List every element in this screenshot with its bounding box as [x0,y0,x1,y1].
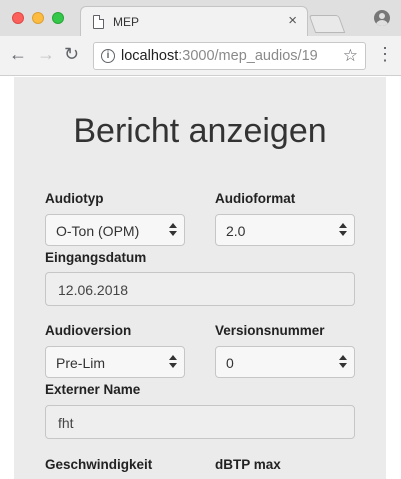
eingangsdatum-value: 12.06.2018 [58,282,129,298]
browser-tab[interactable]: MEP × [80,6,308,36]
select-arrows-icon [169,223,177,237]
url-text[interactable]: localhost:3000/mep_audios/19 [121,48,318,64]
audiotyp-label: Audiotyp [45,191,104,206]
page-icon [93,15,104,29]
externer-name-field[interactable]: fht [45,405,355,439]
forward-arrow-icon[interactable]: → [37,44,55,64]
audioversion-select[interactable]: Pre-Lim [45,346,185,378]
audioformat-label: Audioformat [215,191,296,206]
address-bar[interactable]: i localhost:3000/mep_audios/19 ☆ [93,42,366,70]
page-viewport: Bericht anzeigen Audiotyp O-Ton (OPM) Au… [0,77,401,479]
browser-toolbar: ← → ↻ i localhost:3000/mep_audios/19 ☆ ⋮ [0,36,401,76]
tab-close-icon[interactable]: × [288,12,297,30]
audioversion-label: Audioversion [45,323,132,338]
page-title: Bericht anzeigen [73,112,327,150]
audioformat-value: 2.0 [226,223,246,239]
url-path: :3000/mep_audios/19 [178,48,318,64]
eingangsdatum-label: Eingangsdatum [45,250,147,265]
externer-name-value: fht [58,415,74,431]
versionsnummer-value: 0 [226,355,234,371]
profile-icon[interactable] [374,10,390,26]
minimize-window-button[interactable] [32,12,44,24]
audioversion-value: Pre-Lim [56,355,106,371]
url-host: localhost [121,48,179,64]
tab-bar: MEP × [0,0,401,36]
reload-icon[interactable]: ↻ [64,44,79,64]
back-arrow-icon[interactable]: ← [9,44,27,64]
report-panel: Bericht anzeigen Audiotyp O-Ton (OPM) Au… [14,77,386,479]
eingangsdatum-field[interactable]: 12.06.2018 [45,272,355,306]
info-icon[interactable]: i [101,49,115,63]
audiotyp-value: O-Ton (OPM) [56,223,140,239]
audioformat-select[interactable]: 2.0 [215,214,355,246]
menu-dots-icon[interactable]: ⋮ [376,44,394,64]
zoom-window-button[interactable] [52,12,64,24]
dbtp-max-label: dBTP max [215,457,281,472]
audiotyp-select[interactable]: O-Ton (OPM) [45,214,185,246]
tab-title: MEP [113,15,140,29]
select-arrows-icon [339,223,347,237]
new-tab-button[interactable] [308,15,346,33]
externer-name-label: Externer Name [45,382,141,397]
select-arrows-icon [339,355,347,369]
versionsnummer-label: Versionsnummer [215,323,325,338]
versionsnummer-select[interactable]: 0 [215,346,355,378]
bookmark-star-icon[interactable]: ☆ [343,46,358,66]
close-window-button[interactable] [12,12,24,24]
geschwindigkeit-label: Geschwindigkeit [45,457,153,472]
select-arrows-icon [169,355,177,369]
